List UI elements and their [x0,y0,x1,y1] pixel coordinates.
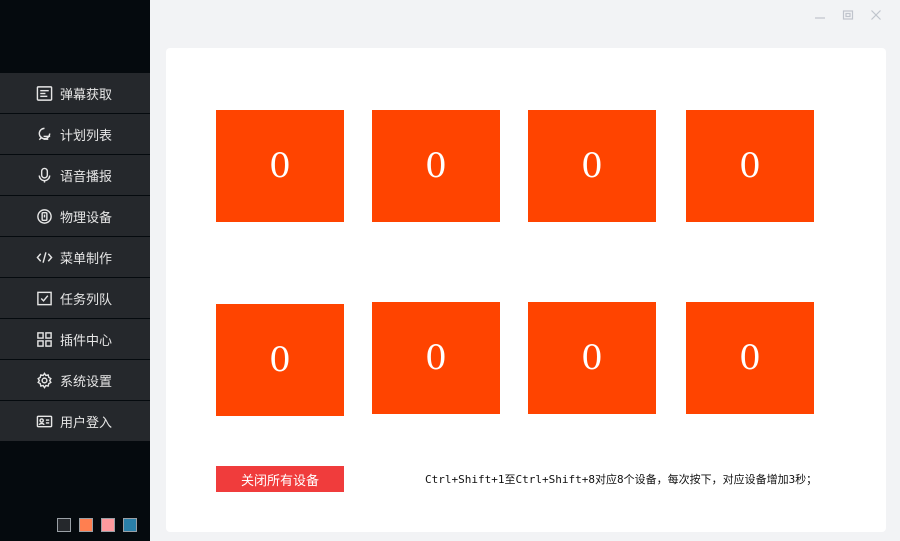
device-counter-1[interactable]: 0 [216,110,344,222]
sidebar-item-label: 系统设置 [60,374,113,390]
theme-swatch[interactable] [79,518,93,532]
sidebar-item-system-settings[interactable]: 系统设置 [0,360,150,400]
sidebar-item-physical-device[interactable]: 物理设备 [0,196,150,236]
sidebar-item-label: 用户登入 [60,415,113,431]
sidebar-item-plugin-center[interactable]: 插件中心 [0,319,150,359]
device-counter-8[interactable]: 0 [686,302,814,414]
id-card-icon [35,412,53,430]
device-counter-6[interactable]: 0 [372,302,500,414]
window-controls [806,7,890,23]
theme-swatches [57,518,145,532]
microphone-icon [35,166,53,184]
minimize-button[interactable] [806,7,834,23]
minimize-icon [815,17,825,19]
code-icon [35,248,53,266]
sidebar-item-label: 语音播报 [60,169,113,185]
sidebar-item-plan-list[interactable]: 计划列表 [0,114,150,154]
sidebar-item-label: 插件中心 [60,333,113,349]
sidebar-item-user-login[interactable]: 用户登入 [0,401,150,441]
plan-icon [35,125,53,143]
device-counter-4[interactable]: 0 [686,110,814,222]
device-counter-2[interactable]: 0 [372,110,500,222]
sidebar-item-label: 任务列队 [60,292,113,308]
theme-swatch[interactable] [101,518,115,532]
sidebar-item-label: 物理设备 [60,210,113,226]
maximize-button[interactable] [834,7,862,23]
shortcut-hint: Ctrl+Shift+1至Ctrl+Shift+8对应8个设备，每次按下，对应设… [425,473,818,486]
sidebar-item-danmaku[interactable]: 弹幕获取 [0,73,150,113]
device-counter-5[interactable]: 0 [216,304,344,416]
close-icon [871,10,881,20]
gear-icon [35,371,53,389]
theme-swatch[interactable] [57,518,71,532]
grid-icon [35,330,53,348]
sidebar-menu: 弹幕获取 计划列表 语音播报 物理设备 菜单制作 任务列队 插件中心 系统设置 … [0,73,150,442]
theme-swatch[interactable] [123,518,137,532]
sidebar-item-label: 菜单制作 [60,251,113,267]
maximize-icon [842,10,854,20]
sidebar-item-menu-maker[interactable]: 菜单制作 [0,237,150,277]
subtitle-icon [35,84,53,102]
sidebar-item-voice-broadcast[interactable]: 语音播报 [0,155,150,195]
sidebar-item-label: 计划列表 [60,128,113,144]
device-counter-7[interactable]: 0 [528,302,656,414]
device-icon [35,207,53,225]
sidebar: 弹幕获取 计划列表 语音播报 物理设备 菜单制作 任务列队 插件中心 系统设置 … [0,0,150,541]
sidebar-item-task-queue[interactable]: 任务列队 [0,278,150,318]
sidebar-item-label: 弹幕获取 [60,87,113,103]
close-all-devices-button[interactable]: 关闭所有设备 [216,466,344,492]
close-window-button[interactable] [862,7,890,23]
device-counter-3[interactable]: 0 [528,110,656,222]
checkbox-icon [35,289,53,307]
